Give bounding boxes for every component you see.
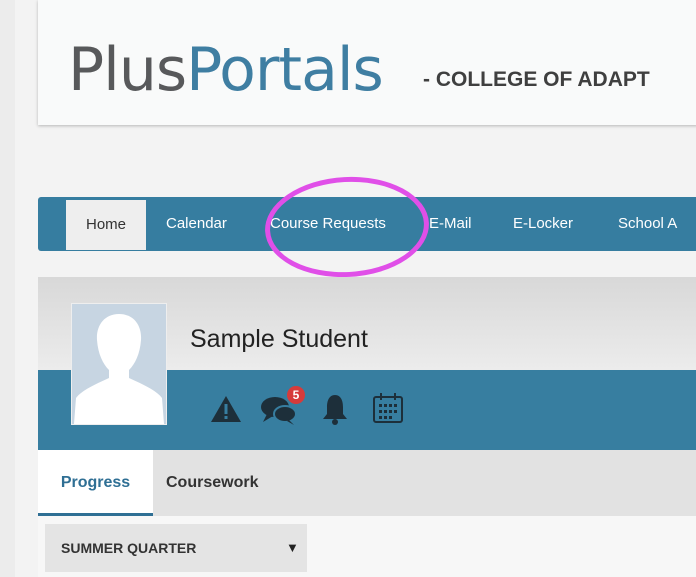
left-gutter xyxy=(0,0,15,577)
nav-email[interactable]: E-Mail xyxy=(429,197,472,251)
term-select[interactable]: SUMMER QUARTER ▼ xyxy=(45,524,307,572)
caret-down-icon: ▼ xyxy=(286,540,299,555)
tab-progress[interactable]: Progress xyxy=(38,450,153,516)
tabs-bar: Progress Coursework xyxy=(38,450,696,516)
avatar-silhouette-icon xyxy=(72,304,166,424)
nav-home[interactable]: Home xyxy=(66,200,146,250)
calendar-icon[interactable] xyxy=(372,392,404,424)
site-header: PlusPortals - COLLEGE OF ADAPT xyxy=(38,0,696,125)
school-name: - COLLEGE OF ADAPT xyxy=(423,68,650,91)
message-count-badge: 5 xyxy=(287,386,305,404)
avatar[interactable] xyxy=(71,303,167,425)
bell-icon[interactable] xyxy=(321,393,349,425)
nav-school-a[interactable]: School A xyxy=(618,197,677,251)
pluspotals-logo[interactable]: PlusPortals xyxy=(68,30,384,110)
alert-icon[interactable] xyxy=(210,394,242,424)
logo-text-plus: Plus xyxy=(68,35,187,105)
tab-coursework[interactable]: Coursework xyxy=(166,450,258,516)
logo-text-portals: Portals xyxy=(186,35,384,105)
term-select-value: SUMMER QUARTER xyxy=(61,540,197,556)
nav-elocker[interactable]: E-Locker xyxy=(513,197,573,251)
nav-calendar[interactable]: Calendar xyxy=(166,197,227,251)
student-name: Sample Student xyxy=(190,325,368,353)
